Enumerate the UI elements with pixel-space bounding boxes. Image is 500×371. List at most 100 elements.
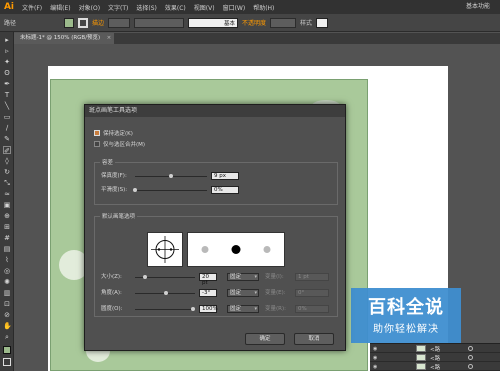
direct-selection-tool-icon[interactable]: ▹ xyxy=(3,47,11,55)
control-bar: 路径 描边 基本 不透明度 样式 xyxy=(0,14,500,32)
style-swatch[interactable] xyxy=(316,17,329,28)
angle-field[interactable]: -3° xyxy=(199,289,217,297)
visibility-eye-icon[interactable]: ◉ xyxy=(373,355,377,361)
rotate-tool-icon[interactable]: ↻ xyxy=(3,168,11,176)
pen-tool-icon[interactable]: ✒ xyxy=(3,80,11,88)
chevron-down-icon: ▾ xyxy=(254,274,257,280)
angle-variation-field[interactable]: 0° xyxy=(295,289,329,297)
symbol-sprayer-tool-icon[interactable]: ✺ xyxy=(3,278,11,286)
scale-tool-icon[interactable]: ⤡ xyxy=(3,179,11,187)
stroke-color-icon[interactable] xyxy=(3,358,11,366)
stroke-swatch[interactable] xyxy=(78,17,89,28)
opacity-field[interactable] xyxy=(270,17,297,28)
close-tab-icon[interactable]: × xyxy=(107,33,112,44)
fill-color-icon[interactable] xyxy=(3,346,11,354)
menu-edit[interactable]: 编辑(E) xyxy=(46,3,74,12)
fidelity-field[interactable]: 9 px xyxy=(211,172,239,180)
layer-name: <路 xyxy=(430,356,441,362)
pencil-tool-icon[interactable]: ✎ xyxy=(3,135,11,143)
hand-tool-icon[interactable]: ✋ xyxy=(3,322,12,330)
free-transform-tool-icon[interactable]: ▣ xyxy=(3,201,11,209)
tolerance-group xyxy=(94,162,338,205)
layer-name: <路 xyxy=(430,365,441,371)
document-tab[interactable]: 未标题-1* @ 150% (RGB/预览) × xyxy=(14,33,115,44)
angle-mode-select[interactable]: 固定 ▾ xyxy=(227,289,259,297)
menu-select[interactable]: 选择(S) xyxy=(132,3,161,12)
roundness-mode-select[interactable]: 固定 ▾ xyxy=(227,305,259,313)
blob-brush-options-dialog: 斑点画笔工具选项 保持选定(K) 仅与选区合并(M) 容差 保真度(F): 9 … xyxy=(84,104,346,351)
roundness-field[interactable]: 100% xyxy=(199,305,218,313)
menu-type[interactable]: 文字(T) xyxy=(104,3,132,12)
menu-view[interactable]: 视图(V) xyxy=(190,3,219,12)
type-tool-icon[interactable]: T xyxy=(3,91,11,99)
watermark: 百科全说 助你轻松解决 xyxy=(351,288,461,343)
line-tool-icon[interactable]: ╲ xyxy=(3,102,11,110)
target-circle-icon[interactable] xyxy=(468,355,473,360)
target-circle-icon[interactable] xyxy=(468,364,473,369)
watermark-subtitle: 助你轻松解决 xyxy=(373,324,439,335)
width-tool-icon[interactable]: ≈ xyxy=(3,190,11,198)
slice-tool-icon[interactable]: ⊘ xyxy=(3,311,11,319)
artboard-tool-icon[interactable]: ⊡ xyxy=(3,300,11,308)
roundness-variation-field[interactable]: 0% xyxy=(295,305,329,313)
size-variation-field[interactable]: 1 pt xyxy=(295,273,329,281)
roundness-slider[interactable] xyxy=(135,309,195,310)
fidelity-slider-thumb[interactable] xyxy=(169,174,173,178)
menu-object[interactable]: 对象(O) xyxy=(75,3,104,12)
graph-tool-icon[interactable]: ▥ xyxy=(3,289,11,297)
opacity-label[interactable]: 不透明度 xyxy=(242,18,266,27)
ok-button[interactable]: 确定 xyxy=(245,333,285,345)
menu-effect[interactable]: 效果(C) xyxy=(161,3,190,12)
lasso-tool-icon[interactable]: ʘ xyxy=(3,69,11,77)
keep-selected-checkbox[interactable] xyxy=(94,130,100,136)
menu-window[interactable]: 窗口(W) xyxy=(219,3,250,12)
mesh-tool-icon[interactable]: # xyxy=(3,234,11,242)
layers-panel: ◉ <路 ◉ <路 ◉ <路 xyxy=(370,343,500,371)
tolerance-group-label: 容差 xyxy=(100,158,116,166)
merge-only-selection-checkbox[interactable] xyxy=(94,141,100,147)
size-variation-label: 变量(I): xyxy=(265,274,284,280)
layer-row[interactable]: ◉ <路 xyxy=(370,344,500,353)
smoothness-slider-thumb[interactable] xyxy=(133,188,137,192)
smoothness-field[interactable]: 0% xyxy=(211,186,239,194)
brush-shape-preview[interactable] xyxy=(147,232,183,267)
roundness-variation-label: 变量(R): xyxy=(265,306,286,312)
layer-row[interactable]: ◉ <路 xyxy=(370,353,500,362)
size-mode-value: 固定 xyxy=(230,274,242,280)
menu-help[interactable]: 帮助(H) xyxy=(249,3,278,12)
cancel-button[interactable]: 取消 xyxy=(294,333,334,345)
brush-definition-select[interactable]: 基本 xyxy=(188,17,239,28)
stroke-label[interactable]: 描边 xyxy=(92,18,104,27)
gradient-tool-icon[interactable]: ▤ xyxy=(3,245,11,253)
blend-tool-icon[interactable]: ◎ xyxy=(3,267,11,275)
smoothness-slider[interactable] xyxy=(135,190,207,191)
shape-builder-tool-icon[interactable]: ⊕ xyxy=(3,212,11,220)
magic-wand-tool-icon[interactable]: ✦ xyxy=(3,58,11,66)
selection-tool-icon[interactable]: ▸ xyxy=(3,36,11,44)
eraser-tool-icon[interactable]: ◊ xyxy=(3,157,11,165)
visibility-eye-icon[interactable]: ◉ xyxy=(373,346,377,352)
size-field[interactable]: 20 pt xyxy=(199,273,217,286)
size-slider-thumb[interactable] xyxy=(143,275,147,279)
zoom-tool-icon[interactable]: ⌕ xyxy=(3,333,11,341)
eyedropper-tool-icon[interactable]: ⌇ xyxy=(3,256,11,264)
variable-width-select[interactable] xyxy=(134,17,185,28)
brush-shape-crosshair-icon xyxy=(151,236,179,263)
keep-selected-option[interactable]: 保持选定(K) xyxy=(94,129,133,137)
roundness-slider-thumb[interactable] xyxy=(191,307,195,311)
workspace-switcher[interactable]: 基本功能 xyxy=(466,0,490,14)
paintbrush-tool-icon[interactable]: ∕ xyxy=(3,124,11,132)
fill-swatch[interactable] xyxy=(64,17,75,28)
menu-file[interactable]: 文件(F) xyxy=(18,3,46,12)
merge-only-selection-option[interactable]: 仅与选区合并(M) xyxy=(94,140,145,148)
size-mode-select[interactable]: 固定 ▾ xyxy=(227,273,259,281)
stroke-weight-field[interactable] xyxy=(108,17,131,28)
blob-brush-tool-icon[interactable]: ✐ xyxy=(3,146,11,155)
rectangle-tool-icon[interactable]: ▭ xyxy=(3,113,11,121)
visibility-eye-icon[interactable]: ◉ xyxy=(373,364,377,370)
angle-slider-thumb[interactable] xyxy=(164,291,168,295)
fidelity-label: 保真度(F): xyxy=(101,173,127,179)
layer-row[interactable]: ◉ <路 xyxy=(370,362,500,371)
target-circle-icon[interactable] xyxy=(468,346,473,351)
perspective-grid-tool-icon[interactable]: ⊞ xyxy=(3,223,11,231)
